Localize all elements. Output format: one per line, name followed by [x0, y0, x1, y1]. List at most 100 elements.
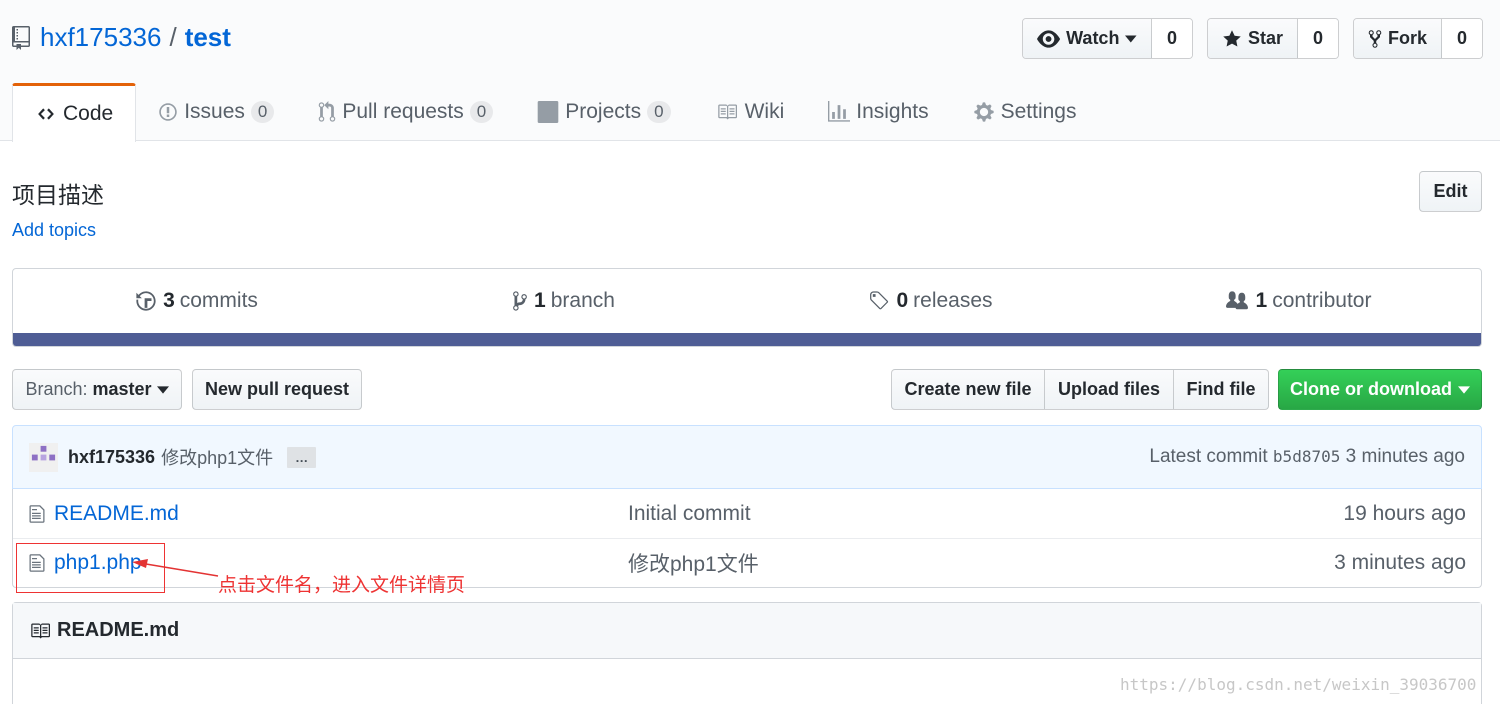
branch-select-wrap: Branch: master — [12, 369, 182, 410]
commits-count: 3 — [163, 289, 175, 312]
branches-link[interactable]: 1 branch — [380, 269, 747, 333]
tab-projects[interactable]: Projects 0 — [515, 83, 692, 141]
caret-down-icon — [156, 385, 169, 394]
code-icon — [38, 108, 54, 120]
tab-pull-requests-label: Pull requests — [342, 100, 464, 123]
latest-commit-label: Latest commit — [1149, 446, 1268, 467]
tab-wiki[interactable]: Wiki — [693, 83, 807, 141]
contributors-count: 1 — [1255, 289, 1268, 312]
repo-owner-link[interactable]: hxf175336 — [40, 22, 161, 53]
star-button[interactable]: Star — [1208, 19, 1298, 58]
tab-pull-requests[interactable]: Pull requests 0 — [296, 83, 515, 141]
caret-down-icon — [1458, 385, 1470, 394]
releases-count: 0 — [896, 289, 909, 312]
pull-request-icon — [319, 101, 336, 122]
fork-count[interactable]: 0 — [1442, 19, 1482, 58]
create-new-file-button[interactable]: Create new file — [891, 369, 1045, 410]
issues-counter: 0 — [250, 101, 275, 123]
projects-counter: 0 — [647, 101, 671, 123]
repo-icon — [12, 25, 30, 50]
commit-sha-link[interactable]: b5d8705 — [1273, 447, 1340, 466]
clone-or-download-button[interactable]: Clone or download — [1278, 369, 1482, 410]
contributors-label: contributor — [1272, 289, 1372, 312]
find-file-button[interactable]: Find file — [1174, 369, 1269, 410]
repo-title: hxf175336 / test — [12, 22, 231, 53]
watermark: https://blog.csdn.net/weixin_39036700 — [1120, 675, 1477, 694]
commit-age: 3 minutes ago — [1345, 446, 1465, 467]
repo-nav-tabs: Code Issues 0 Pull requests 0 Projects 0… — [12, 83, 1099, 142]
commit-expand-button[interactable]: … — [287, 446, 317, 468]
new-pull-request-button[interactable]: New pull request — [192, 369, 362, 410]
caret-down-icon — [1125, 35, 1137, 42]
fork-group: Fork 0 — [1353, 18, 1483, 59]
gear-icon — [973, 102, 994, 122]
contributors-link[interactable]: 1 contributor — [1114, 269, 1481, 333]
fork-icon — [1368, 29, 1382, 48]
readme-title: README.md — [57, 619, 180, 641]
commit-author[interactable]: hxf175336 — [68, 447, 155, 468]
branch-icon — [513, 291, 527, 311]
project-icon — [537, 101, 559, 123]
tab-code-label: Code — [63, 102, 114, 125]
tab-insights-label: Insights — [856, 100, 929, 123]
file-action-group: Create new file Upload files Find file — [891, 369, 1269, 410]
tag-icon — [870, 291, 889, 310]
repo-header: hxf175336 / test Watch 0 Star 0 Fork 0 C… — [0, 0, 1500, 142]
graph-icon — [828, 101, 851, 122]
file-name-link[interactable]: README.md — [54, 502, 628, 526]
eye-icon — [1037, 29, 1061, 48]
star-icon — [1223, 29, 1241, 46]
releases-label: releases — [913, 289, 993, 312]
pull-requests-counter: 0 — [469, 101, 494, 123]
star-label: Star — [1247, 28, 1283, 48]
fork-button[interactable]: Fork — [1354, 19, 1442, 58]
add-topics-link[interactable]: Add topics — [12, 220, 96, 241]
numbers-summary: 3 commits 1 branch 0 releases 1 contribu… — [12, 268, 1482, 347]
repo-name-link[interactable]: test — [185, 22, 231, 53]
people-icon — [1225, 291, 1248, 310]
star-group: Star 0 — [1207, 18, 1339, 59]
book-icon — [31, 623, 50, 638]
branch-select-button[interactable]: Branch: master — [12, 369, 182, 410]
tab-settings[interactable]: Settings — [951, 83, 1099, 141]
commit-message[interactable]: 修改php1文件 — [161, 444, 273, 470]
tab-code[interactable]: Code — [12, 83, 137, 142]
branches-label: branch — [550, 289, 615, 312]
history-icon — [136, 291, 156, 311]
language-bar[interactable] — [13, 333, 1481, 346]
latest-commit-info: Latest commit b5d8705 3 minutes ago — [1149, 446, 1465, 468]
edit-description-button[interactable]: Edit — [1419, 171, 1482, 212]
commits-link[interactable]: 3 commits — [13, 269, 380, 333]
book-icon — [717, 104, 737, 120]
tab-insights[interactable]: Insights — [806, 83, 950, 141]
commits-label: commits — [179, 289, 258, 312]
tab-issues[interactable]: Issues 0 — [136, 83, 296, 141]
new-pr-wrap: New pull request — [192, 369, 362, 410]
watch-count[interactable]: 0 — [1152, 19, 1192, 58]
branch-name: master — [92, 379, 152, 399]
branch-prefix: Branch: — [25, 379, 88, 399]
releases-link[interactable]: 0 releases — [747, 269, 1114, 333]
tab-settings-label: Settings — [1000, 100, 1077, 123]
tab-issues-label: Issues — [184, 100, 245, 123]
file-commit-message[interactable]: 修改php1文件 — [628, 548, 759, 578]
file-icon — [29, 504, 45, 523]
annotation-text: 点击文件名，进入文件详情页 — [218, 574, 466, 596]
repo-description: 项目描述 — [12, 182, 104, 208]
watch-button[interactable]: Watch — [1023, 19, 1152, 58]
table-row: README.md Initial commit 19 hours ago — [13, 489, 1481, 538]
issue-icon — [159, 103, 177, 121]
latest-commit-bar: hxf175336 修改php1文件 … Latest commit b5d87… — [12, 425, 1482, 489]
upload-files-button[interactable]: Upload files — [1045, 369, 1174, 410]
avatar[interactable] — [29, 442, 58, 472]
readme-header: README.md — [13, 603, 1481, 659]
file-commit-message[interactable]: Initial commit — [628, 502, 751, 526]
watch-label: Watch — [1066, 28, 1120, 48]
star-count[interactable]: 0 — [1298, 19, 1338, 58]
tab-wiki-label: Wiki — [744, 100, 785, 123]
file-age: 19 hours ago — [1343, 501, 1466, 525]
watch-group: Watch 0 — [1022, 18, 1193, 59]
clone-label: Clone or download — [1290, 379, 1452, 399]
fork-label: Fork — [1387, 28, 1427, 48]
annotation-highlight-box — [16, 543, 165, 593]
